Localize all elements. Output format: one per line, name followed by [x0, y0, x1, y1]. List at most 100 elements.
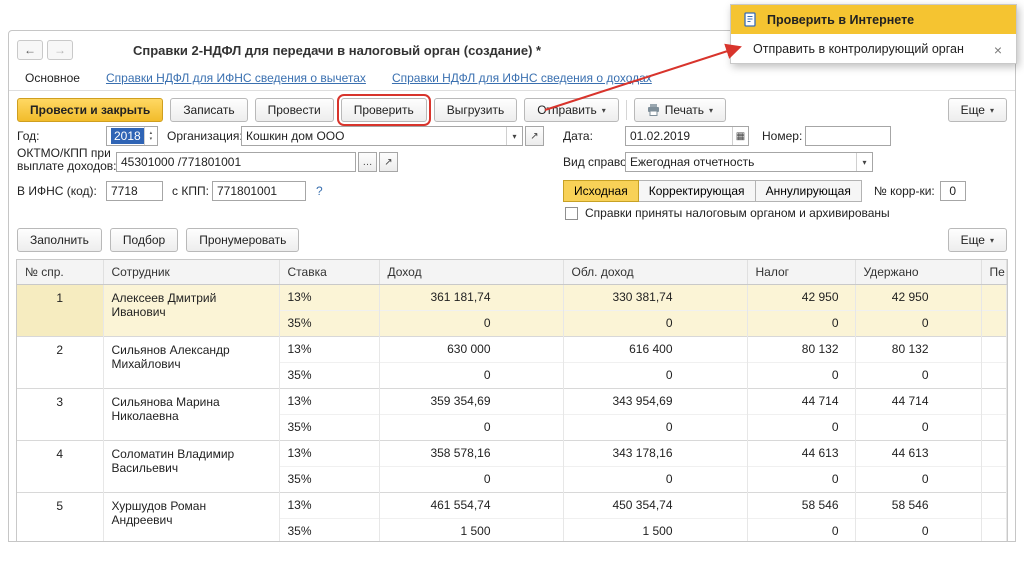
- cell-tax: 0: [747, 518, 855, 541]
- cell-employee: Соломатин Владимир Васильевич: [103, 440, 279, 492]
- print-button[interactable]: Печать ▾: [634, 98, 726, 122]
- more-button[interactable]: Еще ▾: [948, 98, 1007, 122]
- table-more-button[interactable]: Еще ▾: [948, 228, 1007, 252]
- back-button[interactable]: ←: [17, 40, 43, 60]
- date-value: 01.02.2019: [630, 129, 690, 143]
- cell-rate: 13%: [279, 492, 379, 518]
- cell-transferred: [981, 284, 1007, 310]
- column-header-withheld[interactable]: Удержано: [855, 260, 981, 284]
- fill-button[interactable]: Заполнить: [17, 228, 102, 252]
- certificates-table: № спр. Сотрудник Ставка Доход Обл. доход…: [16, 259, 1008, 541]
- oktmo-choose-button[interactable]: …: [358, 152, 377, 172]
- chevron-down-icon: ▾: [990, 236, 994, 245]
- number-input[interactable]: [805, 126, 891, 146]
- menu-item-send-authority[interactable]: Отправить в контролирующий орган: [731, 34, 1016, 63]
- cell-number: 2: [17, 336, 103, 388]
- cell-income: 361 181,74: [379, 284, 563, 310]
- cell-number: 4: [17, 440, 103, 492]
- type-correcting-button[interactable]: Корректирующая: [638, 180, 756, 202]
- post-and-close-button[interactable]: Провести и закрыть: [17, 98, 163, 122]
- archived-checkbox[interactable]: [565, 207, 578, 220]
- send-button[interactable]: Отправить ▾: [524, 98, 619, 122]
- organization-input[interactable]: Кошкин дом ООО ▾: [241, 126, 523, 146]
- type-canceling-button[interactable]: Аннулирующая: [755, 180, 862, 202]
- column-header-number[interactable]: № спр.: [17, 260, 103, 284]
- table-row[interactable]: 5 Хуршудов Роман Андреевич 13% 461 554,7…: [17, 492, 1007, 518]
- cell-tax: 58 546: [747, 492, 855, 518]
- help-link[interactable]: ?: [316, 184, 323, 198]
- oktmo-input[interactable]: 45301000 /771801001: [116, 152, 356, 172]
- date-input[interactable]: 01.02.2019 ▦: [625, 126, 749, 146]
- save-button[interactable]: Записать: [170, 98, 247, 122]
- column-header-taxable[interactable]: Обл. доход: [563, 260, 747, 284]
- column-header-employee[interactable]: Сотрудник: [103, 260, 279, 284]
- check-button[interactable]: Проверить: [341, 98, 427, 122]
- correction-number-input[interactable]: 0: [940, 181, 966, 201]
- tab-income-link[interactable]: Справки НДФЛ для ИФНС сведения о доходах: [392, 71, 652, 85]
- kpp-input[interactable]: 771801001: [212, 181, 306, 201]
- column-header-tax[interactable]: Налог: [747, 260, 855, 284]
- cell-transferred: [981, 466, 1007, 492]
- certificate-type-group: Исходная Корректирующая Аннулирующая № к…: [563, 180, 966, 202]
- calendar-icon[interactable]: ▦: [732, 127, 748, 145]
- oktmo-open-button[interactable]: ↗: [379, 152, 398, 172]
- cell-income: 358 578,16: [379, 440, 563, 466]
- cell-taxable: 330 381,74: [563, 284, 747, 310]
- send-label: Отправить: [537, 103, 597, 117]
- menu-item-check-internet[interactable]: Проверить в Интернете: [731, 5, 1016, 34]
- cell-tax: 0: [747, 362, 855, 388]
- cell-withheld: 42 950: [855, 284, 981, 310]
- cell-income: 0: [379, 362, 563, 388]
- open-icon: ↗: [530, 131, 538, 142]
- cell-rate: 13%: [279, 336, 379, 362]
- cell-tax: 44 714: [747, 388, 855, 414]
- renumber-button[interactable]: Пронумеровать: [186, 228, 299, 252]
- chevron-down-icon[interactable]: ▾: [506, 127, 522, 145]
- table-row[interactable]: 4 Соломатин Владимир Васильевич 13% 358 …: [17, 440, 1007, 466]
- tab-main[interactable]: Основное: [25, 71, 80, 85]
- cell-number: 5: [17, 492, 103, 541]
- cell-transferred: [981, 492, 1007, 518]
- column-header-rate[interactable]: Ставка: [279, 260, 379, 284]
- close-icon: ×: [994, 42, 1002, 58]
- cell-withheld: 44 714: [855, 388, 981, 414]
- ellipsis-icon: …: [363, 157, 373, 168]
- main-toolbar: Провести и закрыть Записать Провести Про…: [17, 97, 1007, 123]
- back-icon: ←: [24, 43, 36, 57]
- type-original-button[interactable]: Исходная: [563, 180, 639, 202]
- cell-transferred: [981, 518, 1007, 541]
- table-header-row: № спр. Сотрудник Ставка Доход Обл. доход…: [17, 260, 1007, 284]
- year-input[interactable]: 2018 ▴ ▾: [106, 126, 158, 146]
- archived-check-row: Справки приняты налоговым органом и архи…: [565, 206, 890, 220]
- spinner-icon[interactable]: ▴ ▾: [144, 127, 157, 145]
- document-check-icon: [743, 12, 758, 27]
- cell-income: 630 000: [379, 336, 563, 362]
- tab-deductions-link[interactable]: Справки НДФЛ для ИФНС сведения о вычетах: [106, 71, 366, 85]
- post-button[interactable]: Провести: [255, 98, 334, 122]
- certificate-kind-select[interactable]: Ежегодная отчетность ▾: [625, 152, 873, 172]
- ifns-value: 7718: [111, 184, 138, 198]
- nav-tabs: Основное Справки НДФЛ для ИФНС сведения …: [9, 65, 1015, 91]
- oktmo-label: ОКТМО/КПП при выплате доходов:: [17, 147, 116, 173]
- open-organization-button[interactable]: ↗: [525, 126, 544, 146]
- cell-tax: 80 132: [747, 336, 855, 362]
- table-row[interactable]: 2 Сильянов Александр Михайлович 13% 630 …: [17, 336, 1007, 362]
- cell-transferred: [981, 388, 1007, 414]
- cell-rate: 13%: [279, 440, 379, 466]
- export-button[interactable]: Выгрузить: [434, 98, 518, 122]
- table-row[interactable]: 3 Сильянова Марина Николаевна 13% 359 35…: [17, 388, 1007, 414]
- cell-taxable: 1 500: [563, 518, 747, 541]
- cell-transferred: [981, 336, 1007, 362]
- table-row[interactable]: 1 Алексеев Дмитрий Иванович 13% 361 181,…: [17, 284, 1007, 310]
- chevron-down-icon[interactable]: ▾: [856, 153, 872, 171]
- column-header-income[interactable]: Доход: [379, 260, 563, 284]
- ifns-input[interactable]: 7718: [106, 181, 163, 201]
- cell-income: 0: [379, 310, 563, 336]
- cell-transferred: [981, 362, 1007, 388]
- document-window: ← → Справки 2-НДФЛ для передачи в налого…: [8, 30, 1016, 542]
- close-button[interactable]: ×: [989, 41, 1007, 59]
- column-header-transferred[interactable]: Пе: [981, 260, 1007, 284]
- pick-button[interactable]: Подбор: [110, 228, 178, 252]
- form-area: Год: 2018 ▴ ▾ Организация: Кошкин дом ОО…: [9, 123, 1015, 227]
- forward-button[interactable]: →: [47, 40, 73, 60]
